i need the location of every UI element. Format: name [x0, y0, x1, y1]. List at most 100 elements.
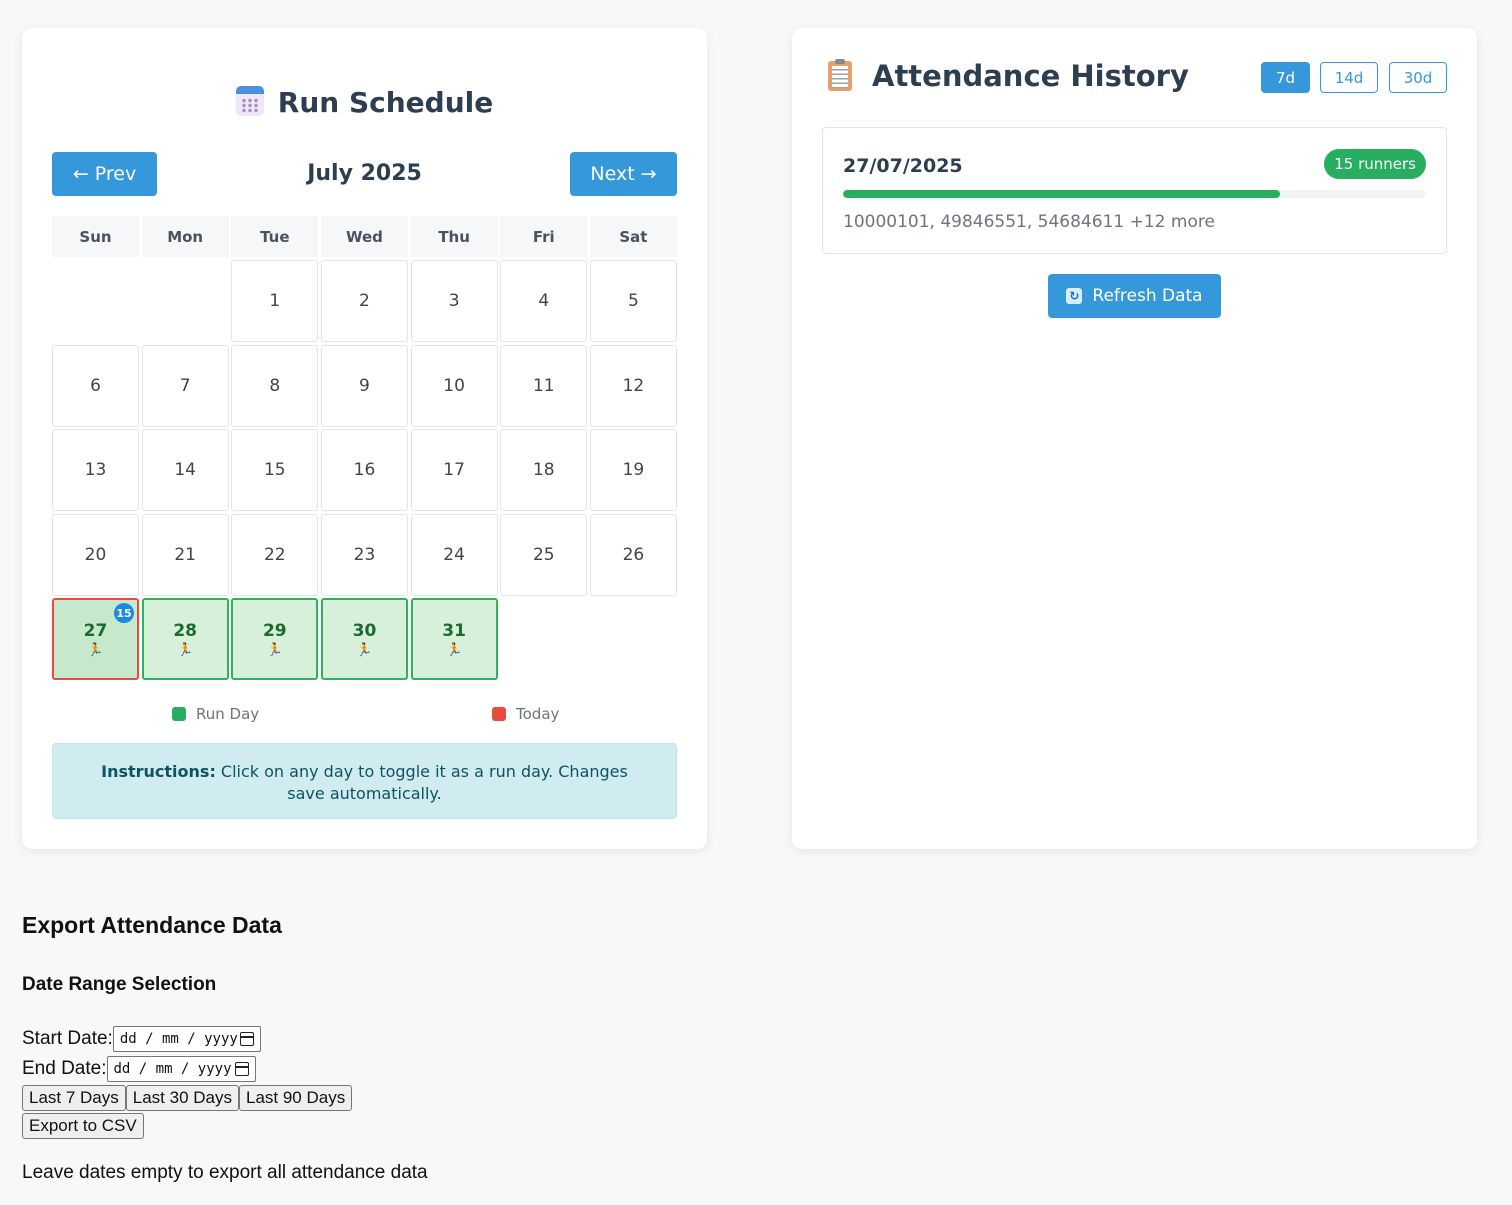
date-picker-icon[interactable]	[239, 1032, 254, 1046]
attendance-history-title-text: Attendance History	[872, 59, 1189, 93]
export-csv-button[interactable]: Export to CSV	[22, 1113, 144, 1139]
calendar-day-number: 7	[179, 375, 191, 396]
legend-today-label: Today	[516, 705, 560, 723]
calendar-day-number: 2	[359, 291, 370, 311]
weekday-mon: Mon	[141, 216, 229, 257]
run-schedule-title: Run Schedule	[22, 86, 707, 119]
calendar-day-number: 9	[359, 375, 370, 396]
history-entry: 27/07/2025 15 runners 10000101, 49846551…	[822, 127, 1447, 254]
calendar-day-3[interactable]: 3	[410, 260, 498, 342]
calendar-day-number: 3	[448, 291, 460, 311]
calendar-icon	[235, 86, 264, 116]
instructions-box: Instructions: Click on any day to toggle…	[52, 743, 677, 819]
calendar-day-number: 4	[538, 291, 550, 311]
history-entry-date: 27/07/2025	[843, 155, 963, 177]
calendar-day-2[interactable]: 2	[320, 260, 408, 342]
calendar-day-18[interactable]: 18	[500, 429, 588, 511]
calendar-day-number: 19	[622, 460, 645, 480]
range-30d-button[interactable]: 30d	[1389, 62, 1447, 93]
calendar-day-27[interactable]: 27 🏃 15	[52, 598, 139, 680]
calendar-day-29[interactable]: 29 🏃	[231, 598, 319, 680]
calendar-day-20[interactable]: 20	[52, 513, 139, 596]
end-date-label: End Date:	[22, 1058, 107, 1079]
calendar-day-9[interactable]: 9	[320, 344, 408, 427]
end-date-placeholder: dd / mm / yyyy	[113, 1061, 232, 1077]
calendar-day-23[interactable]: 23	[320, 513, 408, 596]
calendar-day-10[interactable]: 10	[410, 344, 498, 427]
attendance-history-title: Attendance History	[828, 59, 1189, 93]
calendar-day-8[interactable]: 8	[231, 344, 319, 427]
calendar-day-number: 22	[263, 544, 286, 565]
calendar-day-number: 30	[352, 620, 377, 641]
calendar-day-19[interactable]: 19	[589, 429, 677, 511]
calendar-day-number: 17	[443, 460, 465, 480]
attendance-bar-fill	[843, 190, 1281, 198]
start-date-row: Start Date: dd / mm / yyyy	[22, 1026, 261, 1052]
range-14d-button[interactable]: 14d	[1320, 62, 1378, 93]
export-section: Export Attendance Data Date Range Select…	[22, 912, 428, 1183]
calendar-days-grid: 1 2 3 4 5 6 7 8 9 10 11 12 13 14 15 16 17 18 19 20 21 22 23 24 2…	[52, 260, 677, 680]
run-schedule-card: Run Schedule ← Prev July 2025 Next → Sun…	[22, 28, 707, 849]
date-range-heading: Date Range Selection	[22, 974, 217, 995]
runner-count-badge: 15 runners	[1324, 149, 1426, 179]
calendar-day-4[interactable]: 4	[500, 260, 588, 342]
calendar-day-number: 18	[532, 460, 555, 480]
end-date-row: End Date: dd / mm / yyyy	[22, 1056, 256, 1082]
calendar-day-1[interactable]: 1	[231, 260, 319, 342]
legend-run-label: Run Day	[196, 705, 260, 723]
refresh-icon: ↻	[1066, 288, 1083, 304]
calendar-day-16[interactable]: 16	[320, 429, 408, 511]
calendar-day-14[interactable]: 14	[141, 429, 229, 511]
calendar-day-empty	[52, 260, 139, 342]
calendar-day-number: 11	[532, 375, 555, 396]
history-entry-runner-ids: 10000101, 49846551, 54684611 +12 more	[843, 212, 1215, 232]
calendar-day-number: 5	[628, 291, 639, 311]
calendar-day-21[interactable]: 21	[141, 513, 229, 596]
calendar-day-number: 29	[262, 620, 287, 641]
weekday-thu: Thu	[410, 216, 498, 257]
calendar-day-13[interactable]: 13	[52, 429, 139, 511]
calendar-day-6[interactable]: 6	[52, 344, 139, 427]
calendar-day-15[interactable]: 15	[231, 429, 319, 511]
calendar-day-17[interactable]: 17	[410, 429, 498, 511]
calendar-day-26[interactable]: 26	[589, 513, 677, 596]
start-date-placeholder: dd / mm / yyyy	[119, 1031, 238, 1047]
runner-icon: 🏃	[177, 642, 194, 658]
calendar-day-number: 8	[269, 375, 281, 396]
calendar-day-number: 26	[622, 544, 645, 565]
start-date-input[interactable]: dd / mm / yyyy	[112, 1026, 261, 1052]
calendar-day-7[interactable]: 7	[141, 344, 229, 427]
attendance-bar	[843, 190, 1426, 198]
calendar-day-12[interactable]: 12	[589, 344, 677, 427]
calendar-day-24[interactable]: 24	[410, 513, 498, 596]
calendar-day-25[interactable]: 25	[500, 513, 588, 596]
weekday-fri: Fri	[500, 216, 588, 257]
start-date-label: Start Date:	[22, 1028, 113, 1049]
refresh-data-button[interactable]: ↻ Refresh Data	[1048, 274, 1221, 318]
attendance-count-badge: 15	[114, 603, 134, 623]
quick-range-buttons: Last 7 Days Last 30 Days Last 90 Days	[22, 1085, 353, 1111]
instructions-heading: Instructions:	[101, 762, 216, 781]
runner-icon: 🏃	[356, 642, 373, 658]
range-7d-button[interactable]: 7d	[1261, 62, 1310, 93]
legend-today: Today	[492, 705, 559, 723]
calendar-day-11[interactable]: 11	[500, 344, 588, 427]
runner-icon: 🏃	[266, 642, 283, 658]
calendar-day-31[interactable]: 31 🏃	[410, 598, 498, 680]
calendar-day-22[interactable]: 22	[231, 513, 319, 596]
last-90-days-button[interactable]: Last 90 Days	[239, 1085, 353, 1111]
calendar-day-30[interactable]: 30 🏃	[320, 598, 408, 680]
calendar-day-number: 14	[174, 460, 196, 480]
calendar-day-5[interactable]: 5	[589, 260, 677, 342]
last-7-days-button[interactable]: Last 7 Days	[22, 1085, 126, 1111]
last-30-days-button[interactable]: Last 30 Days	[125, 1085, 239, 1111]
calendar-day-number: 31	[442, 620, 466, 641]
calendar-day-number: 27	[83, 620, 108, 641]
end-date-input[interactable]: dd / mm / yyyy	[106, 1056, 256, 1082]
next-month-button[interactable]: Next →	[570, 152, 677, 196]
date-picker-icon[interactable]	[234, 1062, 249, 1076]
refresh-data-label: Refresh Data	[1092, 286, 1203, 306]
calendar-day-number: 24	[443, 544, 465, 565]
legend-run-day: Run Day	[172, 705, 259, 723]
calendar-day-28[interactable]: 28 🏃	[141, 598, 229, 680]
